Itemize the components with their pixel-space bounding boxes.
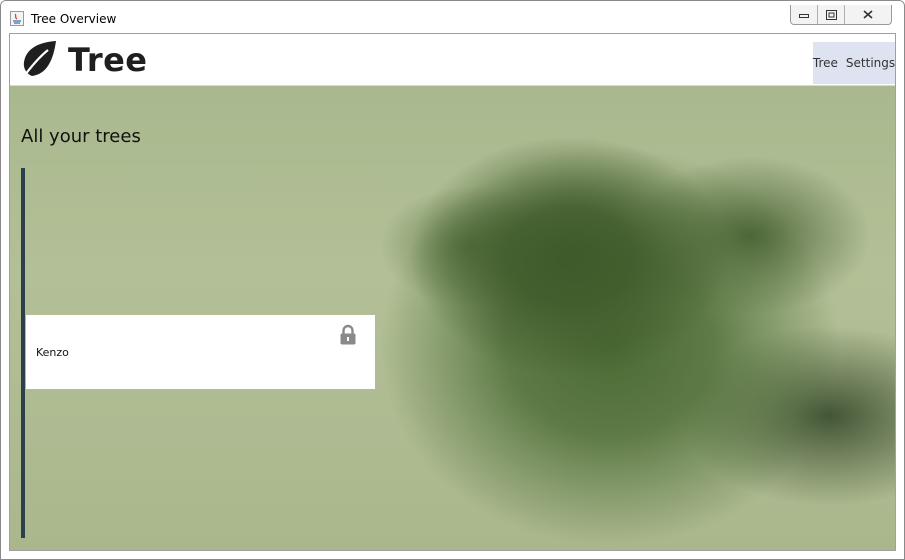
java-app-icon (10, 11, 24, 26)
lock-icon[interactable] (339, 324, 357, 346)
minimize-icon (799, 13, 809, 18)
window-controls (790, 5, 892, 25)
leaf-icon (21, 41, 56, 80)
tree-name: Kenzo (36, 346, 69, 359)
maximize-button[interactable] (818, 5, 845, 24)
restore-icon (825, 9, 837, 20)
minimize-button[interactable] (791, 5, 818, 24)
close-icon (863, 10, 873, 19)
logo-text: Tree (68, 41, 148, 79)
tree-list-rail (21, 168, 25, 538)
nav-item-settings[interactable]: Settings (846, 56, 895, 70)
app-client-area: Tree Tree Settings All your trees Kenzo (9, 33, 896, 551)
main-content: All your trees Kenzo (10, 86, 895, 550)
application-window: Tree Overview Tree Tree Settings All you… (0, 0, 905, 560)
window-title: Tree Overview (31, 12, 117, 26)
tree-card[interactable]: Kenzo (26, 315, 375, 389)
close-button[interactable] (845, 5, 891, 24)
title-bar[interactable]: Tree Overview (1, 1, 904, 33)
app-header: Tree Tree Settings (10, 34, 895, 86)
nav-item-tree[interactable]: Tree (813, 56, 838, 70)
top-nav: Tree Settings (813, 42, 895, 84)
app-logo: Tree (20, 40, 148, 80)
page-title: All your trees (21, 126, 141, 147)
